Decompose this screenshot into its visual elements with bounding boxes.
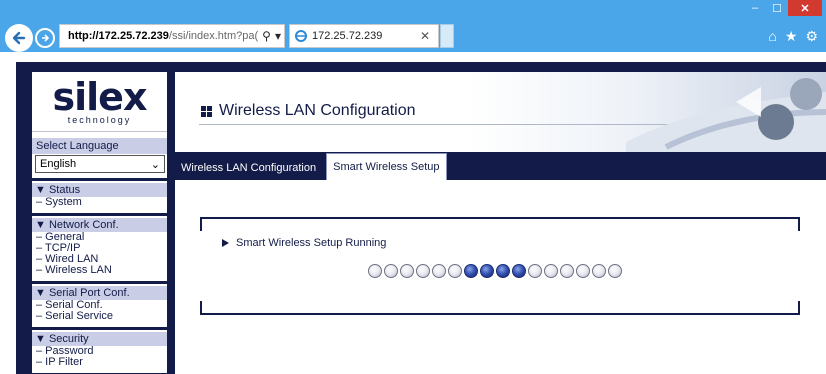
status-text: Smart Wireless Setup Running [236,237,387,249]
progress-dot [608,264,622,278]
nav-head-status[interactable]: ▼ Status [32,183,167,197]
minimize-button[interactable]: – [744,0,766,16]
panel-corner [786,217,800,231]
nav-group-status: ▼ Status – System [32,181,167,208]
sidebar-item-ip-filter[interactable]: – IP Filter [32,357,167,368]
banner-wave-art [626,78,826,152]
star-icon[interactable]: ★ [785,28,798,45]
search-icon[interactable]: ⚲ [262,29,271,43]
panel-bottom-border [200,313,800,315]
progress-dot [432,264,446,278]
page-title: Wireless LAN Configuration [201,102,416,120]
forward-button[interactable] [35,28,55,48]
panel-corner [200,301,214,315]
triangle-right-icon [222,239,229,247]
home-icon[interactable]: ⌂ [768,28,776,45]
gear-icon[interactable]: ⚙ [805,28,818,45]
sidebar-item-system[interactable]: – System [32,197,167,208]
sidebar: silex technology Select Language English… [32,72,167,374]
progress-dot [512,264,526,278]
nav-head-network[interactable]: ▼ Network Conf. [32,218,167,232]
progress-dot [464,264,478,278]
browser-tab[interactable]: 172.25.72.239 ✕ [289,24,439,48]
page-title-text: Wireless LAN Configuration [219,102,416,119]
progress-dot [528,264,542,278]
select-language-label: Select Language [32,138,167,154]
tab-close-icon[interactable]: ✕ [420,29,430,43]
progress-dot [416,264,430,278]
progress-dot [480,264,494,278]
progress-dot [368,264,382,278]
window-controls: – ☐ ✕ [744,0,822,16]
silex-logo: silex technology [32,72,167,132]
panel-top-border [200,217,800,219]
nav-group-security: ▼ Security – Password – IP Filter [32,330,167,368]
progress-dot [400,264,414,278]
progress-dot [576,264,590,278]
new-tab-button[interactable] [440,24,454,48]
nav-group-serial: ▼ Serial Port Conf. – Serial Conf. – Ser… [32,284,167,322]
status-message: Smart Wireless Setup Running [222,237,386,249]
status-panel: Smart Wireless Setup Running [200,217,800,315]
back-button[interactable] [5,24,33,52]
ie-tab-icon [295,30,307,42]
address-bar[interactable]: http://172.25.72.239 /ssi/index.htm?pa( … [59,24,285,48]
maximize-button[interactable]: ☐ [766,0,788,16]
page-banner: Wireless LAN Configuration [175,72,826,152]
progress-indicator [368,264,622,278]
main-content: Wireless LAN Configuration Wireless LAN … [175,72,826,374]
panel-corner [200,217,214,231]
progress-dot [592,264,606,278]
tab-smart-wireless-setup[interactable]: Smart Wireless Setup [326,153,447,180]
sidebar-item-serial-service[interactable]: – Serial Service [32,311,167,322]
config-tabs: Wireless LAN Configuration Smart Wireles… [175,152,826,180]
panel-corner [786,301,800,315]
arrow-left-icon [12,31,26,45]
progress-dot [544,264,558,278]
dropdown-icon[interactable]: ▾ [275,29,281,43]
logo-brand: silex [52,75,148,119]
grid-icon [201,105,212,117]
tab-wireless-lan-configuration[interactable]: Wireless LAN Configuration [175,156,322,180]
url-host: http://172.25.72.239 [68,30,169,42]
browser-chrome: – ☐ ✕ http://172.25.72.239 /ssi/index.ht… [0,0,826,52]
language-select[interactable]: English ⌄ [35,155,165,173]
progress-dot [560,264,574,278]
progress-dot [384,264,398,278]
language-value: English [40,158,77,170]
browser-toolbar: ⌂ ★ ⚙ [768,28,818,45]
arrow-right-icon [42,34,50,42]
nav-group-network: ▼ Network Conf. – General – TCP/IP – Wir… [32,216,167,276]
progress-dot [448,264,462,278]
close-window-button[interactable]: ✕ [788,0,822,16]
nav-head-serial[interactable]: ▼ Serial Port Conf. [32,286,167,300]
logo-tagline: technology [67,115,132,125]
tab-title: 172.25.72.239 [312,30,383,42]
chevron-down-icon: ⌄ [150,158,160,171]
url-path: /ssi/index.htm?pa( [168,30,259,42]
sidebar-item-wireless-lan[interactable]: – Wireless LAN [32,265,167,276]
progress-dot [496,264,510,278]
nav-head-security[interactable]: ▼ Security [32,332,167,346]
